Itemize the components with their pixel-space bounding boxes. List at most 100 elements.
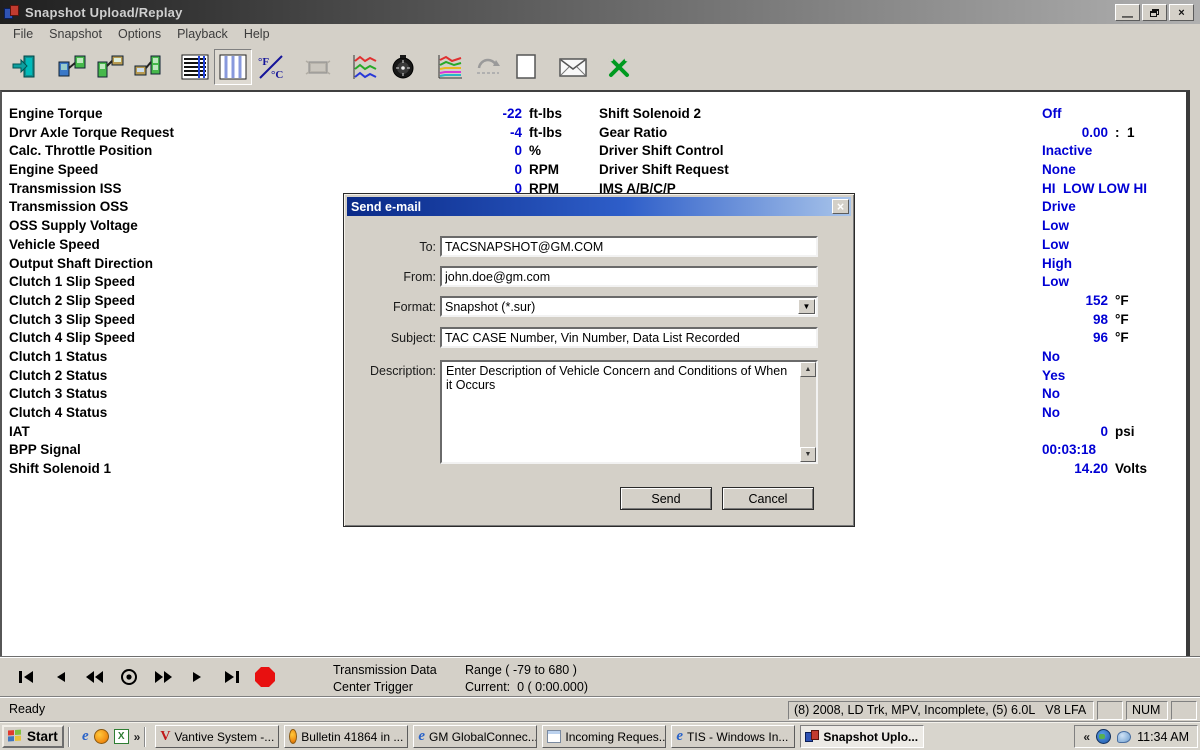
param-label: Engine Speed [9, 161, 429, 180]
param-unit: °F [1115, 292, 1190, 311]
playback-bar: Transmission Data Center Trigger Range (… [0, 656, 1200, 696]
param-value: Yes [1042, 367, 1065, 386]
bulletin-ball-icon[interactable] [94, 729, 109, 744]
playback-current-label: Current: 0 ( 0:00.000) [465, 680, 588, 694]
dialog-title-bar: Send e-mail × [347, 197, 851, 216]
divider [144, 727, 146, 747]
menu-playback[interactable]: Playback [170, 25, 235, 43]
from-field[interactable] [440, 266, 818, 287]
cancel-button[interactable]: Cancel [722, 487, 814, 510]
taskbar-button-bulletin[interactable]: Bulletin 41864 in ... [284, 725, 408, 748]
status-panel-empty-2 [1171, 701, 1197, 720]
from-label: From: [346, 270, 436, 284]
snapshot-upload-replay-window: Snapshot Upload/Replay — × File Snapshot… [0, 0, 1200, 750]
param-label: Driver Shift Control [599, 142, 869, 161]
taskbar-button-vantive[interactable]: VVantive System -... [155, 725, 279, 748]
param-value: Off [1042, 105, 1062, 124]
minimize-button[interactable]: — [1115, 4, 1140, 21]
data-row: Calc. Throttle Position0%Driver Shift Co… [2, 142, 1186, 161]
display-icon[interactable] [299, 49, 337, 85]
subject-label: Subject: [346, 331, 436, 345]
description-label: Description: [346, 364, 436, 378]
menu-file[interactable]: File [6, 25, 40, 43]
param-value: Low [1042, 273, 1069, 292]
param-unit: RPM [529, 161, 595, 180]
record-stop-icon[interactable] [252, 667, 278, 687]
param-label: Drvr Axle Torque Request [9, 124, 429, 143]
rewind-icon[interactable] [82, 667, 108, 687]
skip-end-icon[interactable] [218, 667, 244, 687]
status-panel-empty [1097, 701, 1123, 720]
description-scrollbar[interactable]: ▲ ▼ [800, 362, 816, 462]
param-unit: °F [1115, 329, 1190, 348]
step-forward-icon[interactable] [184, 667, 210, 687]
system-tray: « 11:34 AM [1074, 725, 1198, 748]
multi-graph-icon[interactable] [431, 49, 469, 85]
chevron-down-icon[interactable]: ▼ [798, 299, 815, 314]
internet-explorer-icon[interactable]: e [82, 728, 89, 745]
replay-icon[interactable] [469, 49, 507, 85]
param-label: Shift Solenoid 2 [599, 105, 869, 124]
tools-icon[interactable] [601, 49, 639, 85]
param-unit: Volts [1115, 460, 1190, 479]
data-list-rows-icon[interactable] [176, 49, 214, 85]
line-graphs-icon[interactable] [346, 49, 384, 85]
messenger-icon[interactable] [1117, 731, 1131, 743]
param-value: 0.00 [902, 124, 1108, 143]
fast-forward-icon[interactable] [150, 667, 176, 687]
skip-start-icon[interactable] [14, 667, 40, 687]
dialog-close-button[interactable]: × [832, 199, 849, 214]
menu-options[interactable]: Options [111, 25, 168, 43]
overflow-chevron[interactable]: » [134, 730, 141, 744]
taskbar-button-globalconnect[interactable]: eGM GlobalConnec... [413, 725, 537, 748]
device-transfer-icon[interactable] [91, 49, 129, 85]
ie-icon: e [418, 728, 425, 745]
param-unit: °F [1115, 311, 1190, 330]
param-label: Gear Ratio [599, 124, 869, 143]
laptop-transfer-icon[interactable] [129, 49, 167, 85]
blank-page-icon[interactable] [507, 49, 545, 85]
param-unit: psi [1115, 423, 1190, 442]
subject-field[interactable] [440, 327, 818, 348]
start-button[interactable]: Start [2, 725, 64, 748]
step-back-icon[interactable] [48, 667, 74, 687]
menu-snapshot[interactable]: Snapshot [42, 25, 109, 43]
close-button[interactable]: × [1169, 4, 1194, 21]
param-value: High [1042, 255, 1072, 274]
param-label: Calc. Throttle Position [9, 142, 429, 161]
param-value: No [1042, 404, 1060, 423]
spreadsheet-icon[interactable]: X [114, 729, 129, 744]
format-dropdown[interactable]: Snapshot (*.sur) ▼ [440, 296, 818, 317]
dialog-title-text: Send e-mail [351, 200, 421, 214]
center-trigger-icon[interactable] [116, 667, 142, 687]
network-globe-icon[interactable] [1096, 729, 1111, 744]
restore-button[interactable] [1142, 4, 1167, 21]
gauge-icon[interactable] [384, 49, 422, 85]
taskbar-button-snapshot[interactable]: Snapshot Uplo... [800, 725, 924, 748]
param-unit: : 1 [1115, 124, 1190, 143]
upload-device-icon[interactable] [53, 49, 91, 85]
restore-icon [1150, 9, 1159, 17]
scroll-up-icon[interactable]: ▲ [800, 362, 816, 377]
tray-chevron[interactable]: « [1083, 730, 1090, 744]
fahrenheit-celsius-icon[interactable]: °F°C [252, 49, 290, 85]
param-value: 0 [392, 161, 522, 180]
exit-icon[interactable] [6, 49, 44, 85]
description-field[interactable]: Enter Description of Vehicle Concern and… [440, 360, 818, 464]
taskbar-button-tis[interactable]: eTIS - Windows In... [671, 725, 795, 748]
send-button[interactable]: Send [620, 487, 712, 510]
data-list-columns-icon[interactable] [214, 49, 252, 85]
param-label: Driver Shift Request [599, 161, 869, 180]
scroll-down-icon[interactable]: ▼ [800, 447, 816, 462]
vantive-icon: V [160, 729, 170, 745]
email-icon[interactable] [554, 49, 592, 85]
param-value: No [1042, 348, 1060, 367]
to-field[interactable] [440, 236, 818, 257]
menu-help[interactable]: Help [237, 25, 277, 43]
param-value: 00:03:18 [1042, 441, 1096, 460]
taskbar-button-incoming[interactable]: Incoming Reques... [542, 725, 666, 748]
param-value: 152 [902, 292, 1108, 311]
format-selected-value: Snapshot (*.sur) [445, 300, 535, 314]
ie-icon: e [676, 728, 683, 745]
data-row: Drvr Axle Torque Request-4ft-lbsGear Rat… [2, 124, 1186, 143]
